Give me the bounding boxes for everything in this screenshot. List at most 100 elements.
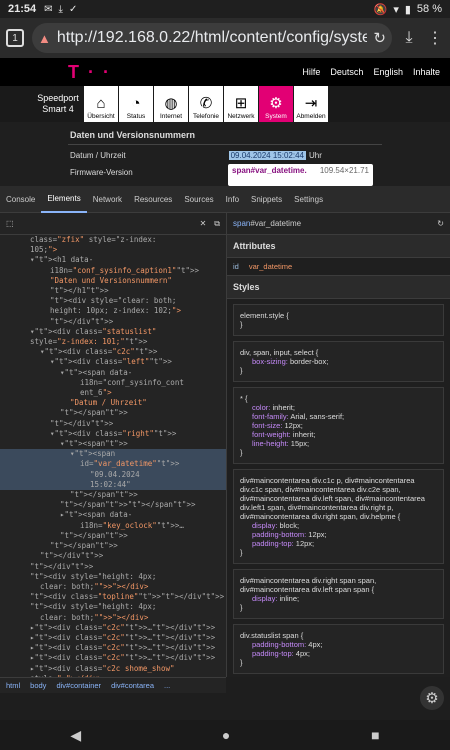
select-element-icon[interactable]: ⬚ (6, 219, 14, 228)
tab-elements[interactable]: Elements (41, 186, 87, 213)
dom-node-line[interactable]: ▾"t"><div class="left""t">> (0, 357, 226, 367)
english-link[interactable]: English (373, 67, 403, 77)
dom-node-line[interactable]: "t"><div class="topline""t">>"t"></div"t… (0, 592, 226, 602)
nav-status[interactable]: ◔ Status (119, 86, 153, 122)
dom-node-line[interactable]: style="z-index: 101;""t">> (0, 337, 226, 347)
address-bar[interactable]: ▲ http://192.168.0.22/html/content/confi… (32, 23, 392, 53)
nav-system[interactable]: ⚙ System (259, 86, 293, 122)
dom-node-line[interactable]: "t"><div style="clear: both; (0, 296, 226, 306)
dom-node-line[interactable]: ▸"t"><div class="c2c shome_show" (0, 664, 226, 674)
datetime-value[interactable]: 09.04.2024 15:02:44 (228, 151, 306, 160)
dom-node-line[interactable]: i18n="key_oclock""t">>… (0, 521, 226, 531)
recents-icon[interactable]: ■ (371, 727, 379, 743)
tab-sources[interactable]: Sources (178, 186, 219, 213)
breadcrumb-more[interactable]: ... (164, 681, 170, 690)
download-page-icon[interactable]: ⤓ (400, 29, 418, 47)
style-rule[interactable]: div.statuslist span {padding-bottom: 4px… (233, 624, 444, 674)
dom-node-line[interactable]: clear: both;"">>"></div> (0, 582, 226, 592)
breadcrumb-contarea[interactable]: div#contarea (111, 681, 154, 690)
breadcrumb-body[interactable]: body (30, 681, 46, 690)
css-property[interactable]: font-weight: inherit; (240, 430, 437, 439)
dom-node-line[interactable]: ▾"t"><div class="c2c""t">> (0, 347, 226, 357)
dom-node-line[interactable]: 15:02:44" (0, 479, 226, 491)
dom-node-line[interactable]: "t"></span"t">>"t"></span"t">> (0, 500, 226, 510)
reload-icon[interactable]: ↻ (373, 29, 386, 47)
dom-node-line[interactable]: "t"><div style="height: 4px; (0, 572, 226, 582)
back-icon[interactable]: ◀ (70, 727, 81, 744)
help-link[interactable]: Hilfe (302, 67, 320, 77)
dom-node-line[interactable]: "t"></span"t">> (0, 531, 226, 541)
css-property[interactable]: font-family: Arial, sans-serif; (240, 412, 437, 421)
css-property[interactable]: padding-bottom: 4px; (240, 640, 437, 649)
tab-snippets[interactable]: Snippets (245, 186, 288, 213)
copy-icon[interactable]: ⧉ (214, 219, 220, 229)
tab-resources[interactable]: Resources (128, 186, 178, 213)
css-property[interactable]: display: inline; (240, 594, 437, 603)
tab-network[interactable]: Network (87, 186, 128, 213)
dom-node-line[interactable]: ▾"t"><span"t">> (0, 439, 226, 449)
attributes-heading[interactable]: Attributes (227, 235, 450, 258)
tab-settings[interactable]: Settings (288, 186, 329, 213)
dom-node-line[interactable]: "t"></h1"t">> (0, 286, 226, 296)
dom-node-line[interactable]: "t"></span"t">> (0, 490, 226, 500)
dom-node-line[interactable]: "t"></div"t">> (0, 551, 226, 561)
css-property[interactable]: font-size: 12px; (240, 421, 437, 430)
dom-node-line[interactable]: "Datum / Uhrzeit" (0, 398, 226, 408)
style-rule[interactable]: element.style {} (233, 304, 444, 336)
dom-node-line[interactable]: 105;"> (0, 245, 226, 255)
dom-node-line[interactable]: ▾"t"><div class="right""t">> (0, 429, 226, 439)
css-property[interactable]: padding-top: 4px; (240, 649, 437, 658)
dom-node-line[interactable]: height: 10px; z-index: 102;"> (0, 306, 226, 316)
nav-overview[interactable]: ⌂ Übersicht (84, 86, 118, 122)
dom-node-line[interactable]: i18n="conf_sysinfo_cont (0, 378, 226, 388)
dom-node-line[interactable]: "Daten und Versionsnummern" (0, 276, 226, 286)
telekom-logo[interactable]: T · · (68, 62, 111, 83)
not-secure-icon[interactable]: ▲ (38, 31, 51, 46)
dom-node-line[interactable]: ▾"t"><h1 data- (0, 255, 226, 265)
css-property[interactable]: padding-bottom: 12px; (240, 530, 437, 539)
dom-node-line[interactable]: ▸"t"><div class="c2c""t">>…"t"></div"t">… (0, 623, 226, 633)
dom-node-line[interactable]: ▸"t"><div class="c2c""t">>…"t"></div"t">… (0, 633, 226, 643)
css-property[interactable]: padding-top: 12px; (240, 539, 437, 548)
style-rule[interactable]: div, span, input, select {box-sizing: bo… (233, 341, 444, 382)
dom-node-line[interactable]: "t"></div"t">> (0, 317, 226, 327)
tab-info[interactable]: Info (220, 186, 245, 213)
url-text[interactable]: http://192.168.0.22/html/content/config/… (57, 29, 368, 47)
home-circle-icon[interactable]: ● (222, 727, 230, 743)
tab-console[interactable]: Console (0, 186, 41, 213)
dom-node-line[interactable]: ▾"t"><div class="statuslist" (0, 327, 226, 337)
dom-node-line[interactable]: ▸"t"><span data- (0, 510, 226, 520)
dom-node-line[interactable]: "09.04.2024 (0, 469, 226, 480)
style-rule[interactable]: div#maincontentarea div.right span span,… (233, 569, 444, 619)
dom-node-line[interactable]: ▾"t"><span (0, 449, 226, 460)
dom-node-line[interactable]: "t"></div"t">> (0, 419, 226, 429)
dom-node-line[interactable]: clear: both;"">>"></div> (0, 613, 226, 623)
dom-node-line[interactable]: "t"></span"t">> (0, 408, 226, 418)
dom-tree[interactable]: class="zfix" style="z-index: 105;"> ▾"t"><… (0, 235, 226, 677)
css-property[interactable]: line-height: 15px; (240, 439, 437, 448)
tab-switcher-button[interactable]: 1 (6, 29, 24, 47)
dom-node-line[interactable]: i18n="conf_sysinfo_caption1""t">> (0, 266, 226, 276)
style-rule[interactable]: div#maincontentarea div.c1c p, div#mainc… (233, 469, 444, 564)
css-property[interactable]: box-sizing: border-box; (240, 357, 437, 366)
dom-node-line[interactable]: "t"></span"t">> (0, 541, 226, 551)
style-rule[interactable]: * {color: inherit; font-family: Arial, sa… (233, 387, 444, 464)
dom-node-line[interactable]: "t"><div style="height: 4px; (0, 602, 226, 612)
attribute-row[interactable]: id var_datetime (227, 258, 450, 276)
deutsch-link[interactable]: Deutsch (330, 67, 363, 77)
dom-node-line[interactable]: ent_6"> (0, 388, 226, 398)
nav-telefonie[interactable]: ✆ Telefonie (189, 86, 223, 122)
dom-node-line[interactable]: "t"></div"t">> (0, 562, 226, 572)
refresh-icon[interactable]: ↻ (437, 219, 444, 228)
css-property[interactable]: color: inherit; (240, 403, 437, 412)
contents-link[interactable]: Inhalte (413, 67, 440, 77)
dom-node-line[interactable]: id="var_datetime""t">> (0, 459, 226, 470)
dom-node-line[interactable]: ▸"t"><div class="c2c""t">>…"t"></div"t">… (0, 643, 226, 653)
dom-node-line[interactable]: ▸"t"><div class="c2c""t">>…"t"></div"t">… (0, 653, 226, 663)
dom-node-line[interactable]: class="zfix" style="z-index: (0, 235, 226, 245)
nav-internet[interactable]: ◍ Internet (154, 86, 188, 122)
styles-heading[interactable]: Styles (227, 276, 450, 299)
dom-node-line[interactable]: style="…"></div> (0, 674, 226, 677)
menu-dots-icon[interactable]: ⋮ (426, 28, 444, 48)
settings-gear-icon[interactable]: ⚙ (420, 686, 444, 710)
